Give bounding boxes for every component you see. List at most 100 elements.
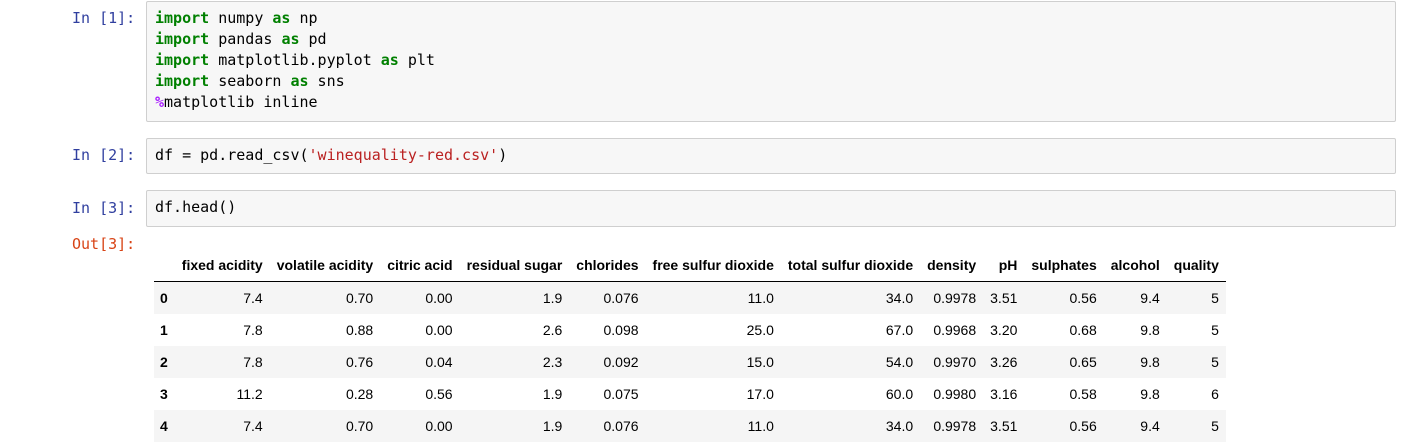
table-cell: 5 [1211,290,1219,306]
table-cell: 5 [1211,418,1219,434]
table-cell: 0.56 [1069,418,1097,434]
code-line: df.head() [155,197,1387,218]
table-cell: 25.0 [746,322,774,338]
table-cell: 0.9970 [933,354,977,370]
table-cell: 1.9 [542,418,563,434]
code-line: import matplotlib.pyplot as plt [155,50,1387,71]
cell-3-prompt: In [3]: [72,199,136,217]
code-line: df = pd.read_csv('winequality-red.csv') [155,145,1387,166]
table-row: 4 7.4 0.70 0.00 1.9 0.076 11.0 34.0 0.9978 3.51 0.… [154,410,1226,442]
table-cell: 0.098 [603,322,639,338]
table-cell: 7.8 [243,322,263,338]
code-token: seaborn [209,72,291,90]
table-cell: 60.0 [885,386,914,402]
table-cell: 0.00 [425,322,453,338]
table-cell: 11.2 [236,386,263,402]
column-header: chlorides [569,249,646,282]
table-cell: 7.8 [243,354,263,370]
table-cell: 0.76 [345,354,374,370]
table-cell: 7.4 [243,290,263,306]
code-token: df.head() [155,198,237,216]
table-cell: 0.04 [425,354,453,370]
cell-1-code-editor[interactable]: import numpy as np import pandas as pd imp… [146,1,1396,122]
dataframe-table: fixed acidity volatile acidity citric acid… [154,249,1226,442]
table-cell: 0.9978 [933,290,977,306]
table-cell: 15.0 [746,354,774,370]
table-cell: 0.70 [345,290,374,306]
column-header: fixed acidity [174,249,270,282]
table-row: 0 7.4 0.70 0.00 1.9 0.076 11.0 34.0 0.9978 3.51 0.… [154,281,1226,314]
row-index: 1 [160,322,168,338]
code-token: pd [299,30,327,48]
table-cell: 0.65 [1069,354,1097,370]
code-keyword: as [272,9,291,27]
table-cell: 0.00 [425,418,453,434]
code-token: numpy [209,9,273,27]
table-cell: 9.8 [1140,386,1160,402]
table-cell: 5 [1211,354,1219,370]
cell-3-code-editor[interactable]: df.head() [146,190,1396,227]
column-header: density [920,249,984,282]
column-header: sulphates [1024,249,1104,282]
cell-3-output-prompt: Out[3]: [72,235,136,253]
table-cell: 0.56 [425,386,453,402]
code-token: df = pd.read_csv( [155,146,309,164]
table-cell: 11.0 [747,418,774,434]
table-cell: 0.68 [1069,322,1097,338]
code-token: matplotlib.pyplot [209,51,381,69]
code-token: np [290,9,318,27]
table-cell: 0.9968 [933,322,977,338]
table-cell: 9.4 [1140,290,1160,306]
code-token: pandas [209,30,282,48]
column-header: volatile acidity [269,249,381,282]
table-cell: 7.4 [243,418,263,434]
code-keyword: import [155,51,210,69]
table-cell: 0.88 [345,322,374,338]
table-cell: 34.0 [885,290,914,306]
table-cell: 0.00 [425,290,453,306]
table-cell: 54.0 [885,354,914,370]
column-header: residual sugar [459,249,570,282]
row-index: 2 [160,354,168,370]
table-cell: 0.9980 [933,386,977,402]
table-row: 1 7.8 0.88 0.00 2.6 0.098 25.0 67.0 0.9968 3.20 0.… [154,314,1226,346]
table-cell: 1.9 [542,290,563,306]
code-line: import pandas as pd [155,29,1387,50]
table-cell: 0.56 [1069,290,1097,306]
table-cell: 3.26 [990,354,1018,370]
table-cell: 11.0 [747,290,774,306]
code-keyword: import [155,30,210,48]
code-keyword: as [281,30,300,48]
table-cell: 3.20 [990,322,1018,338]
code-magic: % [155,93,165,111]
cell-2-prompt: In [2]: [72,146,136,164]
table-cell: 34.0 [885,418,914,434]
table-cell: 2.3 [542,354,563,370]
row-index: 0 [160,290,168,306]
code-token: ) [498,146,508,164]
table-cell: 0.076 [603,290,639,306]
table-cell: 5 [1211,322,1219,338]
code-line: import numpy as np [155,8,1387,29]
table-row: 2 7.8 0.76 0.04 2.3 0.092 15.0 54.0 0.9970 3.26 0.… [154,346,1226,378]
table-cell: 0.9978 [933,418,977,434]
column-header: alcohol [1103,249,1167,282]
table-cell: 0.075 [603,386,639,402]
code-token: plt [398,51,435,69]
code-token: matplotlib inline [164,93,318,111]
table-cell: 9.8 [1140,322,1160,338]
table-cell: 3.51 [990,290,1018,306]
table-cell: 0.092 [603,354,639,370]
column-header: pH [983,249,1025,282]
column-header: free sulfur dioxide [645,249,781,282]
table-cell: 2.6 [542,322,563,338]
code-keyword: as [290,72,309,90]
table-cell: 0.70 [345,418,374,434]
column-header: quality [1166,249,1226,282]
cell-1-prompt: In [1]: [72,9,136,27]
column-header: total sulfur dioxide [780,249,921,282]
table-cell: 0.076 [603,418,639,434]
cell-2-code-editor[interactable]: df = pd.read_csv('winequality-red.csv') [146,138,1396,174]
index-header [154,249,175,282]
code-keyword: as [380,51,399,69]
